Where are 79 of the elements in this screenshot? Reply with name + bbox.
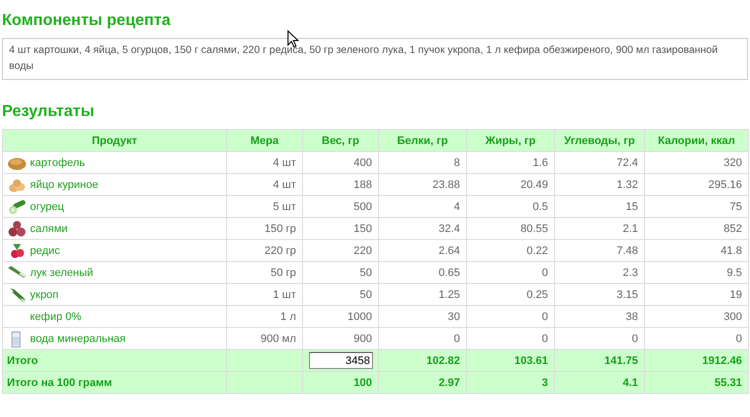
- product-link[interactable]: салями: [30, 222, 68, 235]
- table-cell: 1000: [302, 306, 378, 328]
- column-header: Углеводы, гр: [554, 130, 644, 152]
- table-cell: 0.5: [466, 196, 554, 218]
- table-cell: 9.5: [644, 262, 748, 284]
- table-cell: 141.75: [554, 350, 644, 372]
- product-link[interactable]: лук зеленый: [30, 266, 94, 279]
- mouse-cursor-icon: [287, 30, 299, 48]
- table-cell: 4.1: [554, 372, 644, 394]
- table-cell: 100: [302, 372, 378, 394]
- table-cell: 103.61: [466, 350, 554, 372]
- product-link[interactable]: картофель: [30, 156, 86, 169]
- table-cell: 0.25: [466, 284, 554, 306]
- table-cell: 220 гр: [226, 240, 302, 262]
- table-cell: 4 шт: [226, 174, 302, 196]
- column-header: Мера: [226, 130, 302, 152]
- table-cell: 1 л: [226, 306, 302, 328]
- table-cell: 1912.46: [644, 350, 748, 372]
- column-header: Продукт: [2, 130, 226, 152]
- table-cell: 1.25: [378, 284, 466, 306]
- table-cell: 400: [302, 152, 378, 174]
- table-cell: 220: [302, 240, 378, 262]
- product-link[interactable]: редис: [30, 244, 60, 257]
- table-cell: 2.97: [378, 372, 466, 394]
- table-cell: 2.1: [554, 218, 644, 240]
- table-cell: 50: [302, 284, 378, 306]
- product-link[interactable]: кефир 0%: [30, 310, 82, 323]
- recipe-text-box: 4 шт картошки, 4 яйца, 5 огурцов, 150 г салями, 220 г редиса, 50 гр зеленого лука, 1 пучок укропа, 1 л кефира обезжиреного, 900 мл газированной воды: [2, 38, 748, 80]
- table-cell: 7.48: [554, 240, 644, 262]
- column-header: Жиры, гр: [466, 130, 554, 152]
- table-cell: 38: [554, 306, 644, 328]
- table-cell: 300: [644, 306, 748, 328]
- table-cell: 3.15: [554, 284, 644, 306]
- table-cell: 295.16: [644, 174, 748, 196]
- table-cell: 30: [378, 306, 466, 328]
- table-cell: 0: [466, 306, 554, 328]
- table-cell: 5 шт: [226, 196, 302, 218]
- table-cell: 150: [302, 218, 378, 240]
- table-cell: 102.82: [378, 350, 466, 372]
- product-link[interactable]: огурец: [30, 200, 64, 213]
- table-cell: 32.4: [378, 218, 466, 240]
- table-cell: 150 гр: [226, 218, 302, 240]
- table-cell: 188: [302, 174, 378, 196]
- table-cell: 852: [644, 218, 748, 240]
- column-header: Вес, гр: [302, 130, 378, 152]
- table-cell: 41.8: [644, 240, 748, 262]
- table-cell: 500: [302, 196, 378, 218]
- product-link[interactable]: яйцо куриное: [30, 178, 98, 191]
- table-cell: 15: [554, 196, 644, 218]
- table-cell: 320: [644, 152, 748, 174]
- table-cell: 4 шт: [226, 152, 302, 174]
- total-label: Итого: [2, 350, 226, 372]
- table-cell: 0.65: [378, 262, 466, 284]
- table-cell: 23.88: [378, 174, 466, 196]
- table-cell: 19: [644, 284, 748, 306]
- product-link[interactable]: укроп: [30, 288, 59, 301]
- table-cell: 8: [378, 152, 466, 174]
- table-cell: 2.64: [378, 240, 466, 262]
- table-cell: 1 шт: [226, 284, 302, 306]
- weight-input-field[interactable]: 3458: [309, 352, 373, 370]
- table-cell: 1.32: [554, 174, 644, 196]
- table-cell: 50: [302, 262, 378, 284]
- table-cell: 20.49: [466, 174, 554, 196]
- table-cell: 0.22: [466, 240, 554, 262]
- section-heading: Результаты: [2, 102, 96, 122]
- table-cell: 55.31: [644, 372, 748, 394]
- table-cell: 0: [466, 262, 554, 284]
- total-label: Итого на 100 грамм: [2, 372, 226, 394]
- table-cell: 72.4: [554, 152, 644, 174]
- table-cell: 4: [378, 196, 466, 218]
- table-cell: 2.3: [554, 262, 644, 284]
- column-header: Калории, ккал: [644, 130, 748, 152]
- table-cell: 50 гр: [226, 262, 302, 284]
- section-heading: Компоненты рецепта: [2, 11, 172, 30]
- table-cell: 80.55: [466, 218, 554, 240]
- column-header: Белки, гр: [378, 130, 466, 152]
- table-cell: 1.6: [466, 152, 554, 174]
- table-cell: 3: [466, 372, 554, 394]
- table-cell: 75: [644, 196, 748, 218]
